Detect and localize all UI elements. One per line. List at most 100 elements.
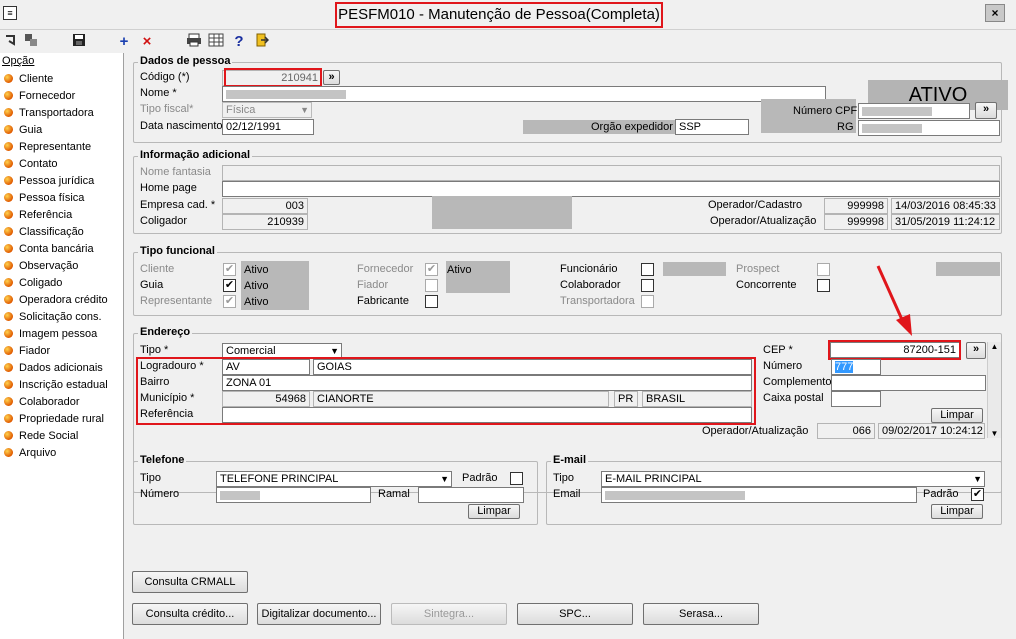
complemento-field[interactable]	[831, 375, 986, 391]
sidebar-item[interactable]: Rede Social	[4, 430, 78, 447]
sidebar-item[interactable]: Referência	[4, 209, 72, 226]
sidebar-item[interactable]: Guia	[4, 124, 42, 141]
email-limpar-button[interactable]: Limpar	[931, 504, 983, 519]
email-padrao-checkbox[interactable]: ✔	[971, 488, 984, 501]
options-sidebar: Opção Cliente Fornecedor Transportadora Gui…	[0, 53, 124, 639]
rg-label: RG	[837, 121, 854, 133]
email-field[interactable]	[601, 487, 917, 503]
telefone-tipo-select[interactable]: TELEFONE PRINCIPAL ▼	[216, 471, 452, 487]
sidebar-item[interactable]: Inscrição estadual	[4, 379, 108, 396]
op-atu-field[interactable]: 999998	[824, 214, 888, 230]
colaborador-checkbox[interactable]	[641, 279, 654, 292]
cpf-lookup-button[interactable]: »	[975, 102, 997, 119]
funcionario-checkbox[interactable]	[641, 263, 654, 276]
sidebar-item[interactable]: Dados adicionais	[4, 362, 103, 379]
fabricante-checkbox[interactable]	[425, 295, 438, 308]
group-title: Tipo funcional	[138, 245, 217, 257]
sidebar-item[interactable]: Imagem pessoa	[4, 328, 97, 345]
op-cad-date[interactable]: 14/03/2016 08:45:33	[891, 198, 1000, 214]
sidebar-item[interactable]: Contato	[4, 158, 58, 175]
op-atu-date[interactable]: 31/05/2019 11:24:12	[891, 214, 1000, 230]
telefone-tipo-label: Tipo	[140, 472, 161, 484]
telefone-group: Telefone Tipo TELEFONE PRINCIPAL ▼ Padrão…	[133, 454, 538, 525]
coligador-field[interactable]: 210939	[222, 214, 308, 230]
sintegra-button[interactable]: Sintegra...	[391, 603, 507, 625]
sidebar-item-label: Rede Social	[19, 430, 79, 442]
numero-field[interactable]: 777	[831, 359, 881, 375]
cpf-field[interactable]	[858, 103, 970, 119]
sidebar-item[interactable]: Operadora crédito	[4, 294, 108, 311]
scroll-down-icon[interactable]: ▼	[988, 429, 1001, 438]
endereco-scrollbar[interactable]: ▲ ▼	[987, 342, 1001, 438]
tipo-fiscal-label: Tipo fiscal*	[140, 103, 194, 115]
tipo-fiscal-select[interactable]: Física ▼	[222, 102, 312, 118]
sidebar-item[interactable]: Transportadora	[4, 107, 94, 124]
op-cad-field[interactable]: 999998	[824, 198, 888, 214]
scroll-up-icon[interactable]: ▲	[988, 342, 1001, 351]
telefone-numero-field[interactable]	[216, 487, 371, 503]
spc-button[interactable]: SPC...	[517, 603, 633, 625]
transportadora-checkbox[interactable]	[641, 295, 654, 308]
sidebar-item[interactable]: Representante	[4, 141, 91, 158]
fornecedor-checkbox[interactable]: ✔	[425, 263, 438, 276]
fantasia-field[interactable]	[222, 165, 1000, 181]
cep-lookup-button[interactable]: »	[966, 342, 986, 359]
sidebar-item[interactable]: Observação	[4, 260, 78, 277]
caixa-field[interactable]	[831, 391, 881, 407]
sidebar-header: Opção	[2, 55, 35, 67]
sidebar-item[interactable]: Fiador	[4, 345, 50, 362]
add-icon[interactable]: +	[115, 33, 133, 51]
table-icon[interactable]	[207, 33, 225, 51]
nome-field[interactable]	[222, 86, 826, 102]
sidebar-item[interactable]: Solicitação cons.	[4, 311, 102, 328]
digitalizar-button[interactable]: Digitalizar documento...	[257, 603, 381, 625]
prospect-checkbox[interactable]	[817, 263, 830, 276]
representante-checkbox[interactable]: ✔	[223, 295, 236, 308]
delete-icon[interactable]: ×	[138, 33, 156, 51]
codigo-label: Código (*)	[140, 71, 190, 83]
bullet-icon	[4, 176, 13, 185]
exit-icon[interactable]	[253, 33, 271, 51]
rg-field[interactable]	[858, 120, 1000, 136]
sidebar-item[interactable]: Coligado	[4, 277, 62, 294]
telefone-limpar-button[interactable]: Limpar	[468, 504, 520, 519]
endereco-op-atu-field[interactable]: 066	[817, 423, 875, 439]
serasa-button[interactable]: Serasa...	[643, 603, 759, 625]
sidebar-item[interactable]: Fornecedor	[4, 90, 75, 107]
app-menu-icon[interactable]: ≡	[3, 6, 17, 20]
endereco-op-atu-date[interactable]: 09/02/2017 10:24:12	[878, 423, 985, 439]
sidebar-item[interactable]: Cliente	[4, 73, 53, 90]
sidebar-item[interactable]: Classificação	[4, 226, 84, 243]
guia-checkbox[interactable]: ✔	[223, 279, 236, 292]
sidebar-item[interactable]: Propriedade rural	[4, 413, 104, 430]
fiador-checkbox[interactable]	[425, 279, 438, 292]
nascimento-field[interactable]: 02/12/1991	[222, 119, 314, 135]
sidebar-item[interactable]: Pessoa física	[4, 192, 84, 209]
sidebar-item[interactable]: Arquivo	[4, 447, 56, 464]
endereco-limpar-button[interactable]: Limpar	[931, 408, 983, 423]
consulta-credito-button[interactable]: Consulta crédito...	[132, 603, 248, 625]
dados-pessoa-group: Dados de pessoa Código (*) 210941 » Nome…	[133, 55, 1008, 143]
save-icon[interactable]	[70, 33, 88, 51]
concorrente-checkbox[interactable]	[817, 279, 830, 292]
enter-icon[interactable]	[2, 33, 20, 51]
codigo-lookup-button[interactable]: »	[323, 70, 340, 85]
homepage-field[interactable]	[222, 181, 1000, 197]
bullet-icon	[4, 380, 13, 389]
sidebar-item-label: Arquivo	[19, 447, 57, 459]
sidebar-item[interactable]: Colaborador	[4, 396, 80, 413]
ramal-field[interactable]	[418, 487, 524, 503]
close-button[interactable]: ×	[985, 4, 1005, 22]
orgao-field[interactable]: SSP	[675, 119, 749, 135]
help-icon[interactable]: ?	[230, 33, 248, 51]
consulta-crmall-button[interactable]: Consulta CRMALL	[132, 571, 248, 593]
print-icon[interactable]	[185, 33, 203, 51]
cliente-checkbox[interactable]: ✔	[223, 263, 236, 276]
sidebar-item[interactable]: Pessoa jurídica	[4, 175, 94, 192]
email-tipo-select[interactable]: E-MAIL PRINCIPAL ▼	[601, 471, 985, 487]
grid-icon[interactable]	[22, 33, 40, 51]
telefone-padrao-checkbox[interactable]	[510, 472, 523, 485]
caixa-label: Caixa postal	[763, 392, 824, 404]
empresa-field[interactable]: 003	[222, 198, 308, 214]
sidebar-item[interactable]: Conta bancária	[4, 243, 94, 260]
